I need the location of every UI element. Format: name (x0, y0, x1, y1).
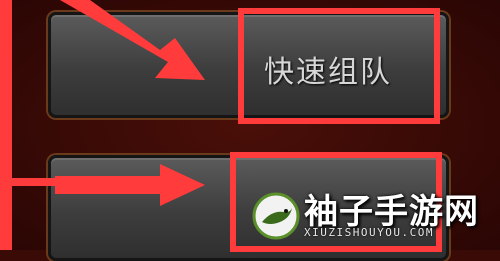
site-watermark: 袖子手游网 XIUZISHOUYOU.COM (252, 184, 492, 246)
watermark-domain: XIUZISHOUYOU.COM (304, 226, 434, 239)
arrow-icon-top (60, 0, 205, 80)
arrow-icon-bottom (55, 164, 205, 206)
bird-logo-icon (252, 192, 300, 240)
